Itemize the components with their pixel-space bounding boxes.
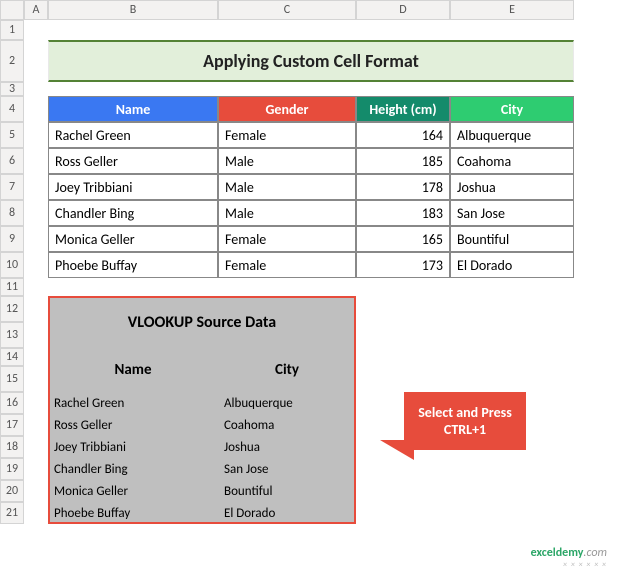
col-header-D[interactable]: D	[356, 0, 450, 20]
row-header-3[interactable]: 3	[0, 82, 24, 96]
source-name[interactable]: Rachel Green	[48, 392, 218, 414]
header-gender[interactable]: Gender	[218, 96, 356, 122]
cell-name[interactable]: Phoebe Buffay	[48, 252, 218, 278]
row-header-18[interactable]: 18	[0, 436, 24, 458]
cell-gender[interactable]: Female	[218, 226, 356, 252]
cell-name[interactable]: Chandler Bing	[48, 200, 218, 226]
row-header-9[interactable]: 9	[0, 226, 24, 252]
source-city[interactable]: Albuquerque	[218, 392, 356, 414]
row-header-14[interactable]: 14	[0, 348, 24, 366]
cell-city[interactable]: Bountiful	[450, 226, 574, 252]
row-header-12[interactable]: 12	[0, 296, 24, 322]
col-header-B[interactable]: B	[48, 0, 218, 20]
cell-height[interactable]: 178	[356, 174, 450, 200]
select-all-corner[interactable]	[0, 0, 24, 20]
cell-height[interactable]: 173	[356, 252, 450, 278]
row-header-15[interactable]: 15	[0, 366, 24, 392]
row-header-11[interactable]: 11	[0, 278, 24, 296]
header-height[interactable]: Height (cm)	[356, 96, 450, 122]
row-header-5[interactable]: 5	[0, 122, 24, 148]
source-header-city[interactable]: City	[218, 348, 356, 392]
cell-name[interactable]: Rachel Green	[48, 122, 218, 148]
source-city[interactable]: Bountiful	[218, 480, 356, 502]
row-header-6[interactable]: 6	[0, 148, 24, 174]
source-name[interactable]: Joey Tribbiani	[48, 436, 218, 458]
row-header-10[interactable]: 10	[0, 252, 24, 278]
source-name[interactable]: Monica Geller	[48, 480, 218, 502]
row-header-4[interactable]: 4	[0, 96, 24, 122]
cell-height[interactable]: 165	[356, 226, 450, 252]
row-header-19[interactable]: 19	[0, 458, 24, 480]
cell-gender[interactable]: Female	[218, 252, 356, 278]
cell-name[interactable]: Joey Tribbiani	[48, 174, 218, 200]
callout-annotation: Select and Press CTRL+1	[404, 392, 526, 450]
row-header-7[interactable]: 7	[0, 174, 24, 200]
row-header-13[interactable]: 13	[0, 322, 24, 348]
source-name[interactable]: Chandler Bing	[48, 458, 218, 480]
watermark-suffix: .com	[583, 546, 607, 560]
col-header-A[interactable]: A	[24, 0, 48, 20]
row-header-17[interactable]: 17	[0, 414, 24, 436]
page-title[interactable]: Applying Custom Cell Format	[48, 40, 574, 82]
cell-name[interactable]: Monica Geller	[48, 226, 218, 252]
source-title[interactable]: VLOOKUP Source Data	[48, 296, 356, 348]
cell-gender[interactable]: Female	[218, 122, 356, 148]
cell-height[interactable]: 183	[356, 200, 450, 226]
source-city[interactable]: San Jose	[218, 458, 356, 480]
cell-city[interactable]: El Dorado	[450, 252, 574, 278]
watermark-tag: × × × × × ×	[531, 560, 607, 570]
watermark-brand: exceldemy	[531, 546, 584, 560]
cell-city[interactable]: Coahoma	[450, 148, 574, 174]
cell-city[interactable]: Albuquerque	[450, 122, 574, 148]
source-city[interactable]: El Dorado	[218, 502, 356, 524]
cell-name[interactable]: Ross Geller	[48, 148, 218, 174]
cell-gender[interactable]: Male	[218, 200, 356, 226]
source-header-name[interactable]: Name	[48, 348, 218, 392]
col-header-E[interactable]: E	[450, 0, 574, 20]
cell-city[interactable]: Joshua	[450, 174, 574, 200]
header-city[interactable]: City	[450, 96, 574, 122]
row-header-21[interactable]: 21	[0, 502, 24, 524]
cell-gender[interactable]: Male	[218, 148, 356, 174]
source-city[interactable]: Coahoma	[218, 414, 356, 436]
row-header-8[interactable]: 8	[0, 200, 24, 226]
header-name[interactable]: Name	[48, 96, 218, 122]
cell-gender[interactable]: Male	[218, 174, 356, 200]
watermark: exceldemy.com × × × × × ×	[531, 546, 607, 570]
source-name[interactable]: Phoebe Buffay	[48, 502, 218, 524]
row-header-16[interactable]: 16	[0, 392, 24, 414]
row-header-2[interactable]: 2	[0, 40, 24, 82]
cell-height[interactable]: 185	[356, 148, 450, 174]
cell-height[interactable]: 164	[356, 122, 450, 148]
source-city[interactable]: Joshua	[218, 436, 356, 458]
cell-city[interactable]: San Jose	[450, 200, 574, 226]
col-header-C[interactable]: C	[218, 0, 356, 20]
row-header-20[interactable]: 20	[0, 480, 24, 502]
source-name[interactable]: Ross Geller	[48, 414, 218, 436]
row-header-1[interactable]: 1	[0, 20, 24, 40]
